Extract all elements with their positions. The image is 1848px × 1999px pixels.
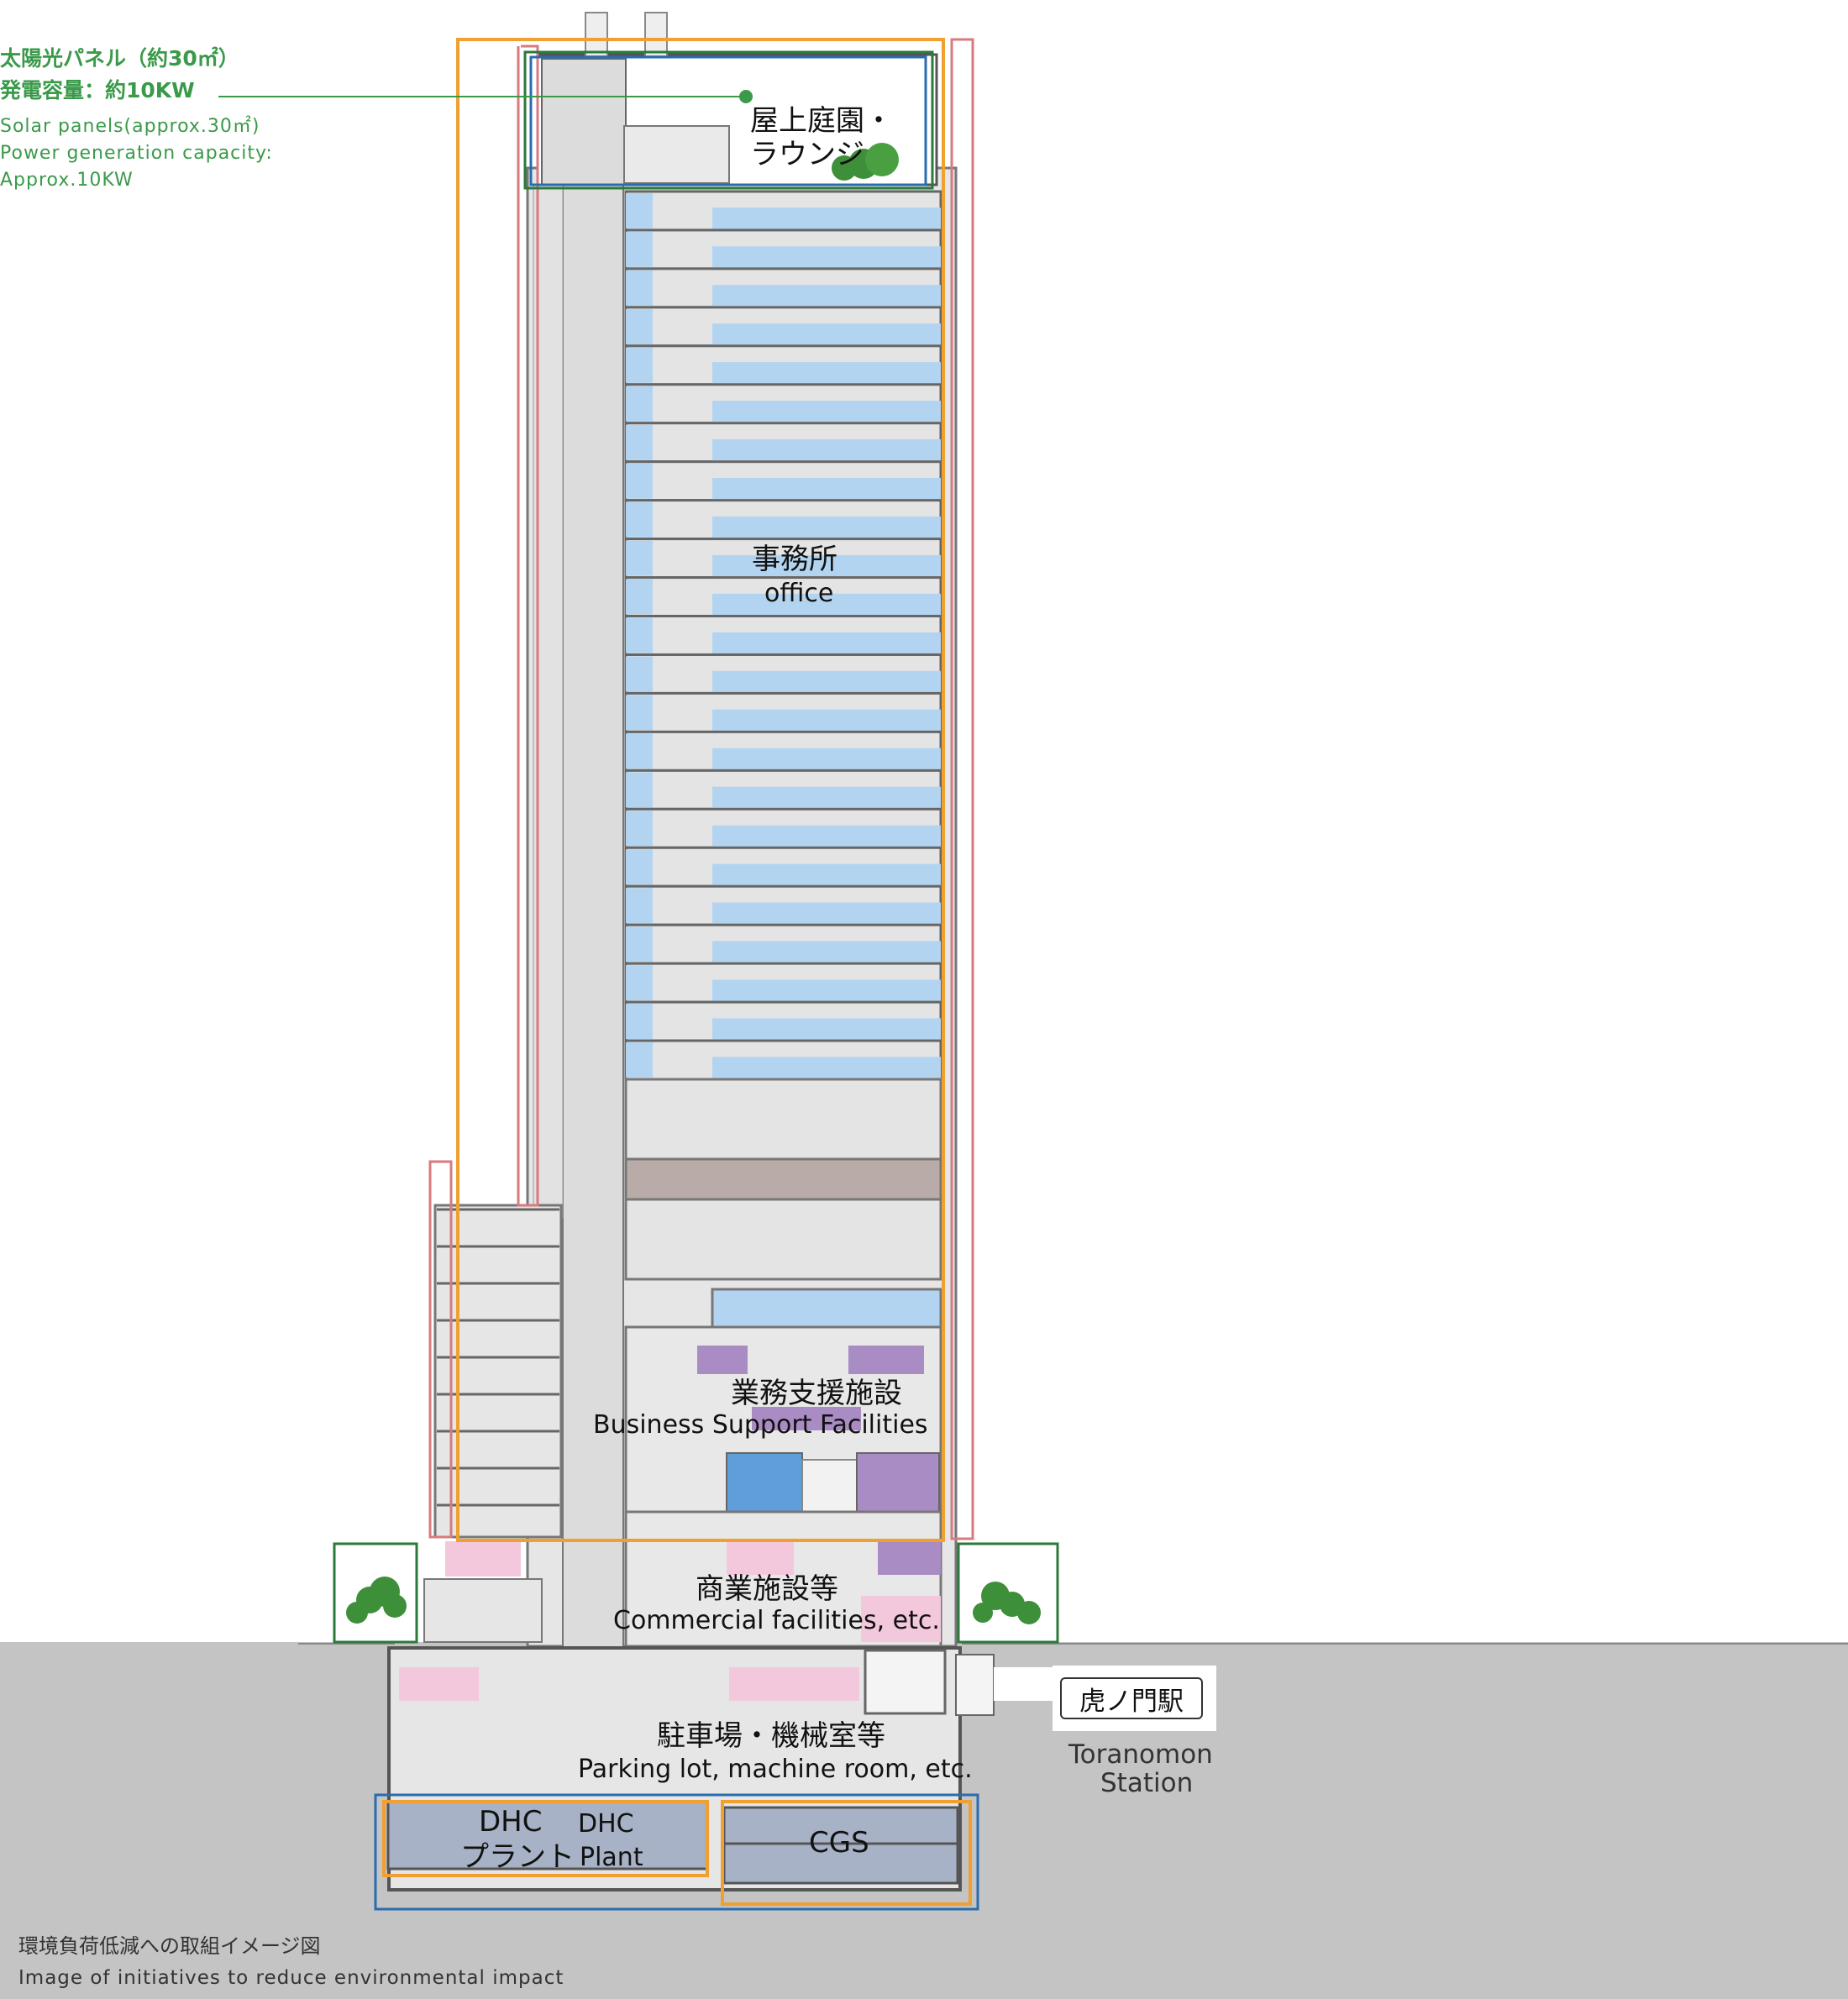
- commercial-label-ja: 商業施設等: [696, 1572, 838, 1606]
- office-floor-edge: [626, 501, 653, 538]
- rooftop-tree: [865, 143, 899, 176]
- annex-pink: [445, 1541, 521, 1577]
- office-floor-space: [712, 979, 941, 1002]
- office-floor-space: [712, 863, 941, 886]
- basement-pink-2: [729, 1667, 859, 1701]
- mechanical-floor: [624, 1157, 942, 1201]
- office-floor-edge: [626, 888, 653, 924]
- solar-label-ja-1: 太陽光パネル（約30㎡）: [0, 46, 239, 71]
- office-floor-space: [712, 748, 941, 770]
- lower-office: [711, 1288, 942, 1329]
- office-floor-space: [712, 709, 941, 732]
- office-floor-space: [712, 285, 941, 307]
- transition-floor: [624, 1078, 942, 1161]
- office-floor-edge: [626, 424, 653, 460]
- station-label-en-1: Toranomon: [1068, 1739, 1213, 1770]
- basement-stair: [955, 1654, 995, 1716]
- office-floor-edge: [626, 617, 653, 653]
- support-purple-1: [697, 1346, 748, 1374]
- solar-label-en-3: Approx.10KW: [0, 170, 134, 191]
- office-floor-space: [712, 401, 941, 422]
- office-floor-space: [712, 439, 941, 461]
- rooftop-core: [541, 58, 627, 186]
- support-stairs: [801, 1459, 858, 1513]
- office-floor-edge: [626, 1042, 653, 1078]
- commercial-pink-1: [727, 1541, 794, 1575]
- lower-floor: [624, 1198, 942, 1281]
- office-floor-space: [712, 786, 941, 809]
- office-floor-edge: [626, 386, 653, 422]
- office-floor-edge: [626, 733, 653, 769]
- caption-en: Image of initiatives to reduce environme…: [18, 1967, 564, 1989]
- commercial-purple: [878, 1541, 941, 1575]
- building-section-diagram: [0, 12, 1848, 1999]
- rooftop-label-ja-1: 屋上庭園・: [750, 104, 893, 138]
- station-passage: [994, 1667, 1053, 1701]
- office-floor-edge: [626, 1004, 653, 1040]
- office-floor-space: [712, 477, 941, 500]
- rooftop-label-ja-2: ラウンジ: [750, 138, 864, 171]
- business-support-label-ja: 業務支援施設: [731, 1377, 902, 1410]
- office-floor-edge: [626, 656, 653, 692]
- office-floor-space: [712, 1018, 941, 1041]
- office-floor-edge: [626, 270, 653, 306]
- office-floor-edge: [626, 695, 653, 731]
- chimney-1: [585, 12, 608, 57]
- support-blue: [726, 1452, 803, 1513]
- office-floor-space: [712, 246, 941, 268]
- office-floor-edge: [626, 347, 653, 383]
- office-floor-space: [712, 207, 941, 230]
- commercial-label-en: Commercial facilities, etc.: [613, 1606, 940, 1635]
- support-purple-2: [848, 1346, 924, 1374]
- office-label-en: office: [764, 579, 834, 608]
- office-floor-edge: [626, 231, 653, 267]
- office-floor-space: [712, 323, 941, 345]
- support-purple-4: [856, 1452, 940, 1513]
- basement-right-room: [864, 1649, 947, 1715]
- station-label-en-2: Station: [1100, 1768, 1194, 1798]
- chimney-2: [644, 12, 668, 57]
- office-floor-edge: [626, 308, 653, 344]
- office-floor-space: [712, 516, 941, 538]
- solar-label-en-1: Solar panels(approx.30㎡): [0, 116, 260, 137]
- parking-label-en: Parking lot, machine room, etc.: [578, 1755, 973, 1784]
- office-floor-edge: [626, 193, 653, 228]
- business-support-label-en: Business Support Facilities: [593, 1410, 928, 1440]
- office-floor-edge: [626, 540, 653, 576]
- office-floor-edge: [626, 926, 653, 963]
- cgs-label: CGS: [809, 1826, 869, 1860]
- annex: [433, 1204, 563, 1539]
- dhc-label-ja-1: DHC: [479, 1805, 543, 1839]
- dhc-label-en-2: Plant: [580, 1843, 643, 1872]
- station-sign: 虎ノ門駅: [1060, 1677, 1203, 1719]
- basement-pink-1: [399, 1667, 479, 1701]
- office-floor-space: [712, 941, 941, 963]
- dhc-label-ja-2: プラント: [460, 1840, 575, 1874]
- office-floor-edge: [626, 772, 653, 808]
- office-floor-space: [712, 632, 941, 654]
- office-floor-space: [712, 825, 941, 847]
- office-floor-space: [712, 670, 941, 693]
- office-label-ja: 事務所: [752, 543, 837, 576]
- office-floor-space: [712, 1057, 941, 1079]
- station-sign-text: 虎ノ門駅: [1079, 1686, 1184, 1717]
- solar-label-ja-2: 発電容量：約10KW: [0, 78, 195, 102]
- solar-marker: [739, 90, 753, 103]
- office-floor-edge: [626, 579, 653, 615]
- office-floor-space: [712, 902, 941, 925]
- circulation-core: [562, 54, 624, 1697]
- parking-label-ja: 駐車場・機械室等: [657, 1719, 885, 1753]
- caption-ja: 環境負荷低減への取組イメージ図: [18, 1934, 321, 1958]
- office-floor-edge: [626, 463, 653, 499]
- office-floor-edge: [626, 849, 653, 885]
- rooftop-terrace: [623, 125, 730, 184]
- annex-base: [423, 1578, 543, 1643]
- office-floor-space: [712, 362, 941, 384]
- dhc-label-en-1: DHC: [578, 1809, 634, 1839]
- office-floor-edge: [626, 965, 653, 1001]
- office-floor-edge: [626, 811, 653, 847]
- solar-label-en-2: Power generation capacity:: [0, 143, 273, 164]
- office-floors: [624, 190, 942, 1081]
